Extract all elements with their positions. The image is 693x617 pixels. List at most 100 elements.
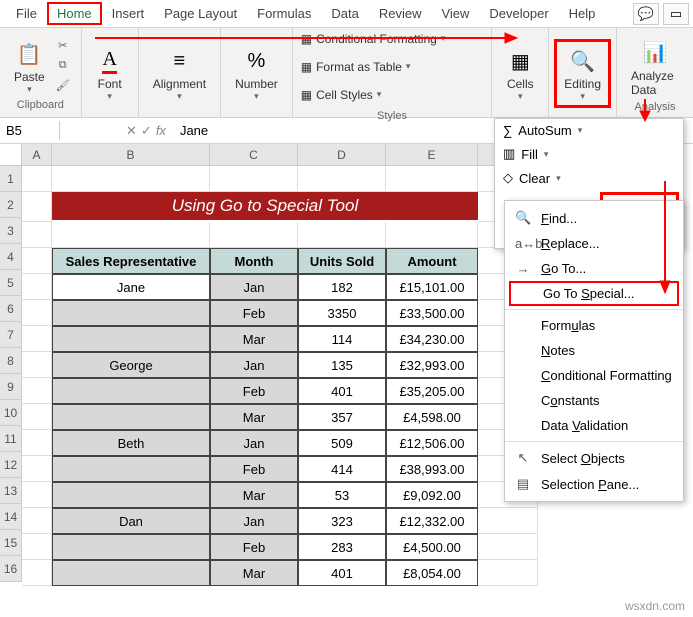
cell-rep[interactable] (52, 560, 210, 586)
hdr-units[interactable]: Units Sold (298, 248, 386, 274)
cell-units[interactable]: 283 (298, 534, 386, 560)
hdr-rep[interactable]: Sales Representative (52, 248, 210, 274)
cell-amount[interactable]: £12,506.00 (386, 430, 478, 456)
menu-select-objects[interactable]: ↖Select Objects (505, 445, 683, 471)
cell-rep[interactable]: Beth (52, 430, 210, 456)
row-hdr-14[interactable]: 14 (0, 504, 22, 530)
row-hdr-3[interactable]: 3 (0, 218, 22, 244)
cell-amount[interactable]: £12,332.00 (386, 508, 478, 534)
copy-button[interactable]: ⧉ (53, 56, 73, 74)
editing-button[interactable]: 🔍 Editing ▾ (558, 43, 607, 104)
format-painter-button[interactable]: 🖌 (53, 76, 73, 94)
row-hdr-8[interactable]: 8 (0, 348, 22, 374)
menu-notes[interactable]: Notes (505, 338, 683, 363)
cell-units[interactable]: 414 (298, 456, 386, 482)
row-hdr-16[interactable]: 16 (0, 556, 22, 582)
menu-constants[interactable]: Constants (505, 388, 683, 413)
hdr-amount[interactable]: Amount (386, 248, 478, 274)
cell-amount[interactable]: £9,092.00 (386, 482, 478, 508)
cell-rep[interactable]: Jane (52, 274, 210, 300)
row-hdr-6[interactable]: 6 (0, 296, 22, 322)
cells-area[interactable]: Using Go to Special ToolSales Representa… (22, 166, 538, 586)
col-hdr-d[interactable]: D (298, 144, 386, 166)
cut-button[interactable]: ✂ (53, 36, 73, 54)
cell-rep[interactable]: Dan (52, 508, 210, 534)
row-hdr-13[interactable]: 13 (0, 478, 22, 504)
row-hdr-10[interactable]: 10 (0, 400, 22, 426)
select-all-corner[interactable] (0, 144, 22, 166)
cell-amount[interactable]: £32,993.00 (386, 352, 478, 378)
cell-units[interactable]: 135 (298, 352, 386, 378)
row-hdr-12[interactable]: 12 (0, 452, 22, 478)
cell-styles-button[interactable]: ▦Cell Styles▾ (301, 82, 446, 108)
cell-month[interactable]: Feb (210, 378, 298, 404)
cell-rep[interactable] (52, 456, 210, 482)
cell-rep[interactable] (52, 326, 210, 352)
cell-amount[interactable]: £33,500.00 (386, 300, 478, 326)
cell-rep[interactable] (52, 534, 210, 560)
font-button[interactable]: A Font ▾ (90, 43, 130, 104)
row-hdr-4[interactable]: 4 (0, 244, 22, 270)
cell-rep[interactable] (52, 404, 210, 430)
row-hdr-2[interactable]: 2 (0, 192, 22, 218)
row-hdr-9[interactable]: 9 (0, 374, 22, 400)
cell-month[interactable]: Jan (210, 352, 298, 378)
row-hdr-15[interactable]: 15 (0, 530, 22, 556)
cell-month[interactable]: Mar (210, 404, 298, 430)
analyze-data-button[interactable]: 📊 Analyze Data (625, 35, 685, 99)
cell-units[interactable]: 53 (298, 482, 386, 508)
row-hdr-7[interactable]: 7 (0, 322, 22, 348)
tab-home[interactable]: Home (47, 2, 102, 25)
cell-amount[interactable]: £8,054.00 (386, 560, 478, 586)
tab-help[interactable]: Help (559, 2, 606, 25)
menu-cond-format[interactable]: Conditional Formatting (505, 363, 683, 388)
share-button[interactable]: ▭ (663, 3, 689, 25)
menu-selection-pane[interactable]: ▤Selection Pane... (505, 471, 683, 497)
cell-amount[interactable]: £4,598.00 (386, 404, 478, 430)
cell-month[interactable]: Mar (210, 326, 298, 352)
cell-rep[interactable]: George (52, 352, 210, 378)
row-hdr-1[interactable]: 1 (0, 166, 22, 192)
col-hdr-c[interactable]: C (210, 144, 298, 166)
paste-button[interactable]: 📋 Paste ▾ (8, 36, 51, 97)
cell-units[interactable]: 323 (298, 508, 386, 534)
cell-amount[interactable]: £38,993.00 (386, 456, 478, 482)
cell-amount[interactable]: £15,101.00 (386, 274, 478, 300)
cell-units[interactable]: 182 (298, 274, 386, 300)
menu-data-validation[interactable]: Data Validation (505, 413, 683, 438)
cell-units[interactable]: 401 (298, 560, 386, 586)
alignment-button[interactable]: ≡ Alignment ▾ (147, 43, 212, 104)
cells-button[interactable]: ▦ Cells ▾ (500, 43, 540, 104)
cell-units[interactable]: 401 (298, 378, 386, 404)
cell-units[interactable]: 3350 (298, 300, 386, 326)
cell-month[interactable]: Jan (210, 430, 298, 456)
cell-amount[interactable]: £4,500.00 (386, 534, 478, 560)
cell-units[interactable]: 357 (298, 404, 386, 430)
col-hdr-b[interactable]: B (52, 144, 210, 166)
col-hdr-a[interactable]: A (22, 144, 52, 166)
cell-rep[interactable] (52, 378, 210, 404)
formula-input[interactable]: Jane (172, 121, 216, 140)
fx-icon[interactable]: fx (156, 123, 166, 139)
cell-units[interactable]: 509 (298, 430, 386, 456)
cell-month[interactable]: Feb (210, 300, 298, 326)
number-button[interactable]: % Number ▾ (229, 43, 284, 104)
cell-amount[interactable]: £35,205.00 (386, 378, 478, 404)
row-hdr-5[interactable]: 5 (0, 270, 22, 296)
cell-month[interactable]: Mar (210, 560, 298, 586)
format-as-table-button[interactable]: ▦Format as Table▾ (301, 54, 446, 80)
cell-rep[interactable] (52, 300, 210, 326)
cell-rep[interactable] (52, 482, 210, 508)
cell-month[interactable]: Mar (210, 482, 298, 508)
cell-month[interactable]: Jan (210, 508, 298, 534)
col-hdr-e[interactable]: E (386, 144, 478, 166)
cell-month[interactable]: Feb (210, 534, 298, 560)
cell-month[interactable]: Feb (210, 456, 298, 482)
cell-units[interactable]: 114 (298, 326, 386, 352)
enter-icon[interactable]: ✓ (141, 123, 152, 139)
cell-month[interactable]: Jan (210, 274, 298, 300)
cancel-icon[interactable]: ✕ (126, 123, 137, 139)
name-box[interactable]: B5 (0, 121, 60, 140)
row-hdr-11[interactable]: 11 (0, 426, 22, 452)
hdr-month[interactable]: Month (210, 248, 298, 274)
